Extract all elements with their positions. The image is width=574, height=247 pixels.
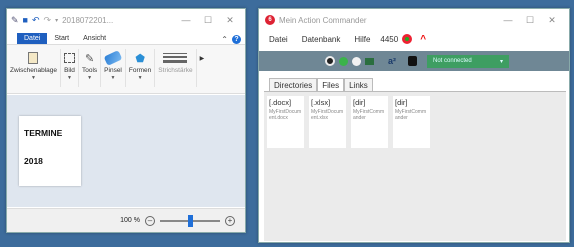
stop-button-icon[interactable] [352,56,361,66]
tab-ansicht[interactable]: Ansicht [76,33,113,44]
ribbon-group-tools-label: Tools [81,67,98,74]
file-name: MyFirstDocument.docx [269,109,302,121]
canvas-text-line: TERMINE [24,128,63,138]
script-icon[interactable]: a² [388,56,396,66]
record-status-icon[interactable] [402,34,413,44]
stroke-width-icon [163,49,188,67]
file-type: [.xlsx] [311,98,331,107]
tab-links[interactable]: Links [344,78,373,92]
close-button[interactable]: ✕ [219,15,241,26]
redo-icon[interactable]: ↷ [44,15,52,26]
menu-hilfe[interactable]: Hilfe [354,35,370,44]
ac-menubar: Datei Datenbank Hilfe 4450 ^ [259,31,569,47]
connection-status-label: Not connected [433,58,472,64]
zoom-out-button[interactable]: – [145,215,155,226]
ribbon-group-tools[interactable]: ✎ Tools ▼ [79,49,102,87]
menu-datenbank[interactable]: Datenbank [302,35,341,44]
maximize-button[interactable]: ☐ [197,15,219,26]
ribbon-group-stroke[interactable]: Strichstärke [155,49,197,87]
drawing-canvas[interactable]: TERMINE 2018 [19,116,81,186]
file-type: [dir] [353,98,366,107]
file-tile[interactable]: [dir] MyFirstCommander [393,96,430,148]
database-icon[interactable] [408,56,418,66]
brush-icon [103,50,123,66]
ribbon-group-shapes[interactable]: ⬟ Formen ▼ [126,49,156,87]
paint-app-icon: ✎ [11,14,19,25]
maximize-button[interactable]: ☐ [519,15,541,26]
ribbon-more[interactable]: ▶ [197,49,208,87]
file-tile[interactable]: [.xlsx] MyFirstDocument.xlsx [309,96,346,148]
qat-dropdown-icon[interactable]: ▾ [55,17,58,24]
ribbon-group-image-label: Bild [64,67,75,74]
file-tile[interactable]: [.docx] MyFirstDocument.docx [267,96,304,148]
help-icon[interactable]: ? [232,35,241,44]
quick-access-toolbar: ✎ ■ ↶ ↷ ▾ [11,15,58,26]
files-panel: [.docx] MyFirstDocument.docx [.xlsx] MyF… [264,91,566,241]
close-button[interactable]: ✕ [541,15,563,26]
clipboard-icon [28,52,39,64]
tab-datei[interactable]: Datei [17,33,48,44]
ac-tabs: Directories Files Links [269,78,373,92]
ribbon-group-shapes-label: Formen [128,67,152,74]
zoom-slider-thumb[interactable] [188,214,193,227]
chevron-down-icon: ▼ [67,75,72,81]
play-button-icon[interactable] [339,56,348,66]
chevron-right-icon: ▶ [199,55,205,62]
file-type: [.docx] [269,98,292,107]
ac-window-controls: — ☐ ✕ [497,15,563,26]
canvas-area[interactable]: TERMINE 2018 [7,95,245,207]
file-name: MyFirstDocument.xlsx [311,109,344,121]
port-number: 4450 [380,34,399,44]
minimize-button[interactable]: — [175,15,197,26]
chevron-up-icon[interactable]: ^ [420,34,426,45]
chevron-down-icon: ▼ [110,75,116,81]
connection-status-select[interactable]: Not connected ▾ [427,54,510,68]
ac-toolbar: a² Not connected ▾ [259,51,569,71]
monitor-icon[interactable] [365,57,374,65]
ac-titlebar: 6 Mein Action Commander — ☐ ✕ [259,9,569,31]
canvas-text-line: 2018 [24,156,43,166]
shapes-icon: ⬟ [135,52,145,65]
ribbon-group-brush[interactable]: Pinsel ▼ [101,49,126,87]
record-button-icon[interactable] [325,56,335,66]
ac-window-title: Mein Action Commander [279,15,367,25]
chevron-down-icon: ▼ [137,75,143,81]
ribbon-group-stroke-label: Strichstärke [158,67,193,74]
action-commander-window: 6 Mein Action Commander — ☐ ✕ Datei Date… [258,8,570,243]
file-name: MyFirstCommander [395,109,427,121]
paint-window: ✎ ■ ↶ ↷ ▾ 2018072201... — ☐ ✕ Datei Star… [6,8,246,233]
select-rectangle-icon [63,53,75,63]
chevron-down-icon: ▾ [500,58,504,65]
file-name: MyFirstCommander [353,109,385,121]
pencil-icon: ✎ [84,52,95,65]
ribbon-group-clipboard[interactable]: Zwischenablage ▼ [7,49,61,87]
action-commander-logo-icon: 6 [265,15,275,25]
menu-datei[interactable]: Datei [269,35,288,44]
zoom-level: 100 % [120,217,140,224]
status-bar: 100 % – + [7,208,245,232]
tab-directories[interactable]: Directories [269,78,318,92]
file-type: [dir] [395,98,408,107]
ribbon: Zwischenablage ▼ Bild ▼ ✎ Tools ▼ Pinsel… [7,44,245,94]
minimize-button[interactable]: — [497,15,519,26]
paint-window-title: 2018072201... [62,15,114,25]
chevron-down-icon: ▼ [87,75,93,81]
ribbon-group-brush-label: Pinsel [104,67,122,74]
collapse-ribbon-icon[interactable]: ⌃ [221,35,228,44]
file-tile[interactable]: [dir] MyFirstCommander [351,96,388,148]
ribbon-group-image[interactable]: Bild ▼ [61,49,79,87]
ribbon-tabs: Datei Start Ansicht ⌃ ? [7,31,245,44]
zoom-in-button[interactable]: + [225,215,235,226]
ribbon-group-clipboard-label: Zwischenablage [10,67,57,74]
tab-files[interactable]: Files [317,78,345,92]
tab-start[interactable]: Start [47,33,76,44]
chevron-down-icon: ▼ [31,75,36,81]
undo-icon[interactable]: ↶ [32,15,40,26]
save-icon[interactable]: ■ [23,15,28,25]
paint-titlebar: ✎ ■ ↶ ↷ ▾ 2018072201... — ☐ ✕ [7,9,245,31]
paint-window-controls: — ☐ ✕ [175,15,241,26]
zoom-slider[interactable] [160,214,220,227]
